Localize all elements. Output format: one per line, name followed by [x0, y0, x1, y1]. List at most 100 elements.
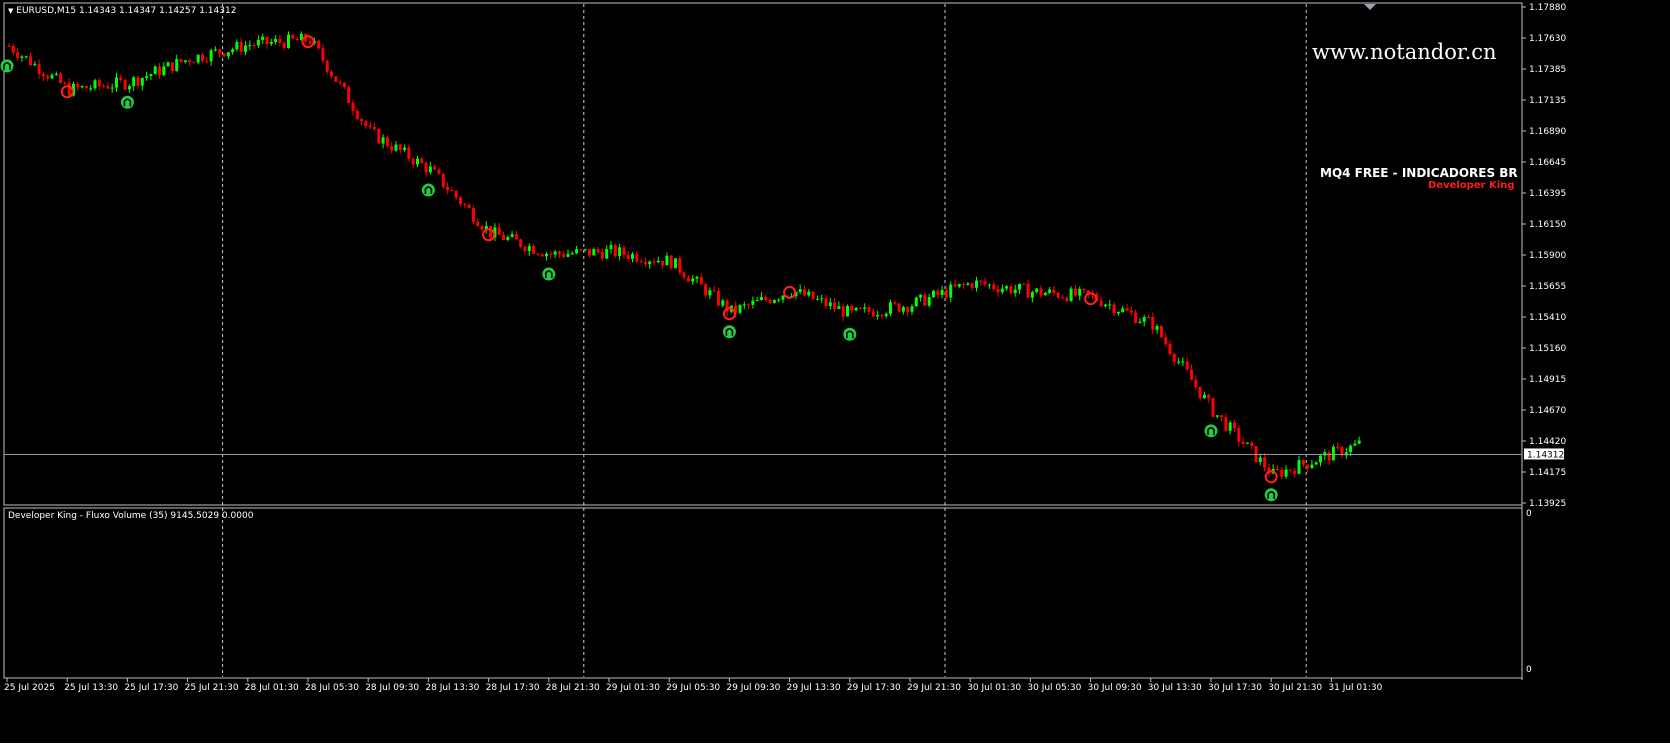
candle-body [351, 103, 355, 112]
candle-body [1134, 312, 1138, 323]
buy-arrow-icon [1204, 424, 1218, 438]
candle-body [622, 247, 626, 255]
candle-body [222, 53, 226, 57]
candle-body [1048, 289, 1052, 293]
candle-body [97, 80, 101, 87]
candle-body [1078, 288, 1082, 296]
candle-body [1306, 464, 1310, 469]
candle-body [1241, 441, 1245, 444]
chart-shift-marker[interactable] [1364, 4, 1376, 10]
candle-body [1331, 446, 1335, 461]
candle-body [1043, 292, 1047, 296]
candle-body [979, 280, 983, 282]
candle-body [1211, 398, 1215, 417]
candle-body [889, 302, 892, 314]
candle-body [76, 83, 80, 88]
candle-body [1245, 442, 1249, 444]
candle-body [218, 49, 222, 54]
candle-body [1237, 428, 1241, 442]
sell-circle-icon [783, 285, 797, 299]
candle-body [880, 315, 884, 317]
candle-body [579, 249, 583, 251]
candle-body [944, 289, 948, 298]
sell-circle-icon [722, 307, 736, 321]
candle-body [605, 248, 609, 259]
candle-body [158, 66, 161, 76]
candle-body [1116, 311, 1120, 314]
candle-body [385, 137, 389, 147]
buy-arrow-icon [1264, 488, 1278, 502]
candle-body [1164, 337, 1168, 344]
mt4-chart-window[interactable]: 1.17880 1.17630 1.17385 1.17135 1.16890 1.166… [0, 0, 1670, 743]
candle-body [781, 295, 785, 300]
candle-body [1018, 283, 1021, 290]
candle-body [1185, 361, 1189, 370]
candle-body [463, 204, 467, 206]
price-chart[interactable]: 1.17880 1.17630 1.17385 1.17135 1.16890 1.166… [0, 0, 1670, 743]
candle-body [1215, 415, 1219, 417]
candle-body [145, 76, 149, 78]
price-tick-label: 1.17135 [1529, 96, 1566, 106]
sell-circle-icon [1084, 292, 1098, 306]
candle-body [1336, 446, 1340, 448]
candle-body [291, 34, 295, 39]
candle-body [837, 306, 841, 309]
sell-circle-icon [482, 228, 496, 242]
candle-body [1159, 326, 1163, 338]
candle-body [704, 284, 708, 296]
candle-body [686, 277, 690, 282]
candle-body [140, 77, 144, 86]
candle-body [1073, 288, 1077, 296]
candle-body [1009, 286, 1013, 294]
candle-body [1039, 288, 1043, 296]
price-tick-label: 1.16150 [1529, 220, 1566, 230]
candle-body [209, 50, 213, 62]
time-tick-label: 30 Jul 05:30 [1027, 683, 1081, 693]
candle-body [1177, 361, 1181, 363]
candle-body [480, 226, 484, 230]
time-tick-label: 31 Jul 01:30 [1328, 683, 1382, 693]
candle-body [833, 302, 837, 309]
candle-body [342, 82, 346, 88]
price-tick-label: 1.15410 [1529, 313, 1566, 323]
candle-body [1147, 317, 1150, 319]
time-tick-label: 25 Jul 21:30 [185, 683, 239, 693]
candle-body [1026, 283, 1030, 298]
candle-body [123, 79, 127, 90]
candle-body [248, 45, 252, 47]
chart-menu-icon[interactable]: ▼ [8, 7, 13, 15]
candle-body [545, 253, 548, 257]
candle-body [106, 86, 110, 89]
candle-body [364, 121, 368, 126]
candle-body [1319, 455, 1322, 463]
candle-body [1314, 462, 1318, 465]
candle-body [1069, 288, 1073, 302]
candle-body [192, 62, 196, 64]
candle-body [196, 54, 200, 63]
candle-body [50, 74, 54, 79]
candle-body [1224, 417, 1228, 431]
buy-arrow-icon [722, 325, 736, 339]
candle-body [127, 86, 131, 90]
time-tick-label: 30 Jul 17:30 [1208, 683, 1262, 693]
candle-body [1056, 292, 1060, 298]
subwindow-axis-top: 0 [1526, 509, 1532, 519]
candle-body [338, 81, 342, 83]
candle-body [854, 307, 858, 311]
candle-body [514, 234, 518, 240]
candle-body [523, 246, 527, 252]
candle-body [377, 128, 381, 144]
candle-body [89, 88, 93, 90]
candle-body [738, 305, 742, 313]
candle-body [1000, 288, 1004, 293]
time-tick-label: 29 Jul 01:30 [606, 683, 660, 693]
candle-body [274, 39, 278, 43]
candle-body [1228, 422, 1232, 431]
candle-body [441, 173, 445, 188]
candle-body [1108, 304, 1112, 306]
candle-body [1323, 452, 1327, 456]
price-tick-label: 1.14175 [1529, 468, 1566, 478]
subwindow-axis-bottom: 0 [1526, 665, 1532, 675]
candle-body [1129, 310, 1133, 313]
time-tick-label: 28 Jul 13:30 [425, 683, 479, 693]
